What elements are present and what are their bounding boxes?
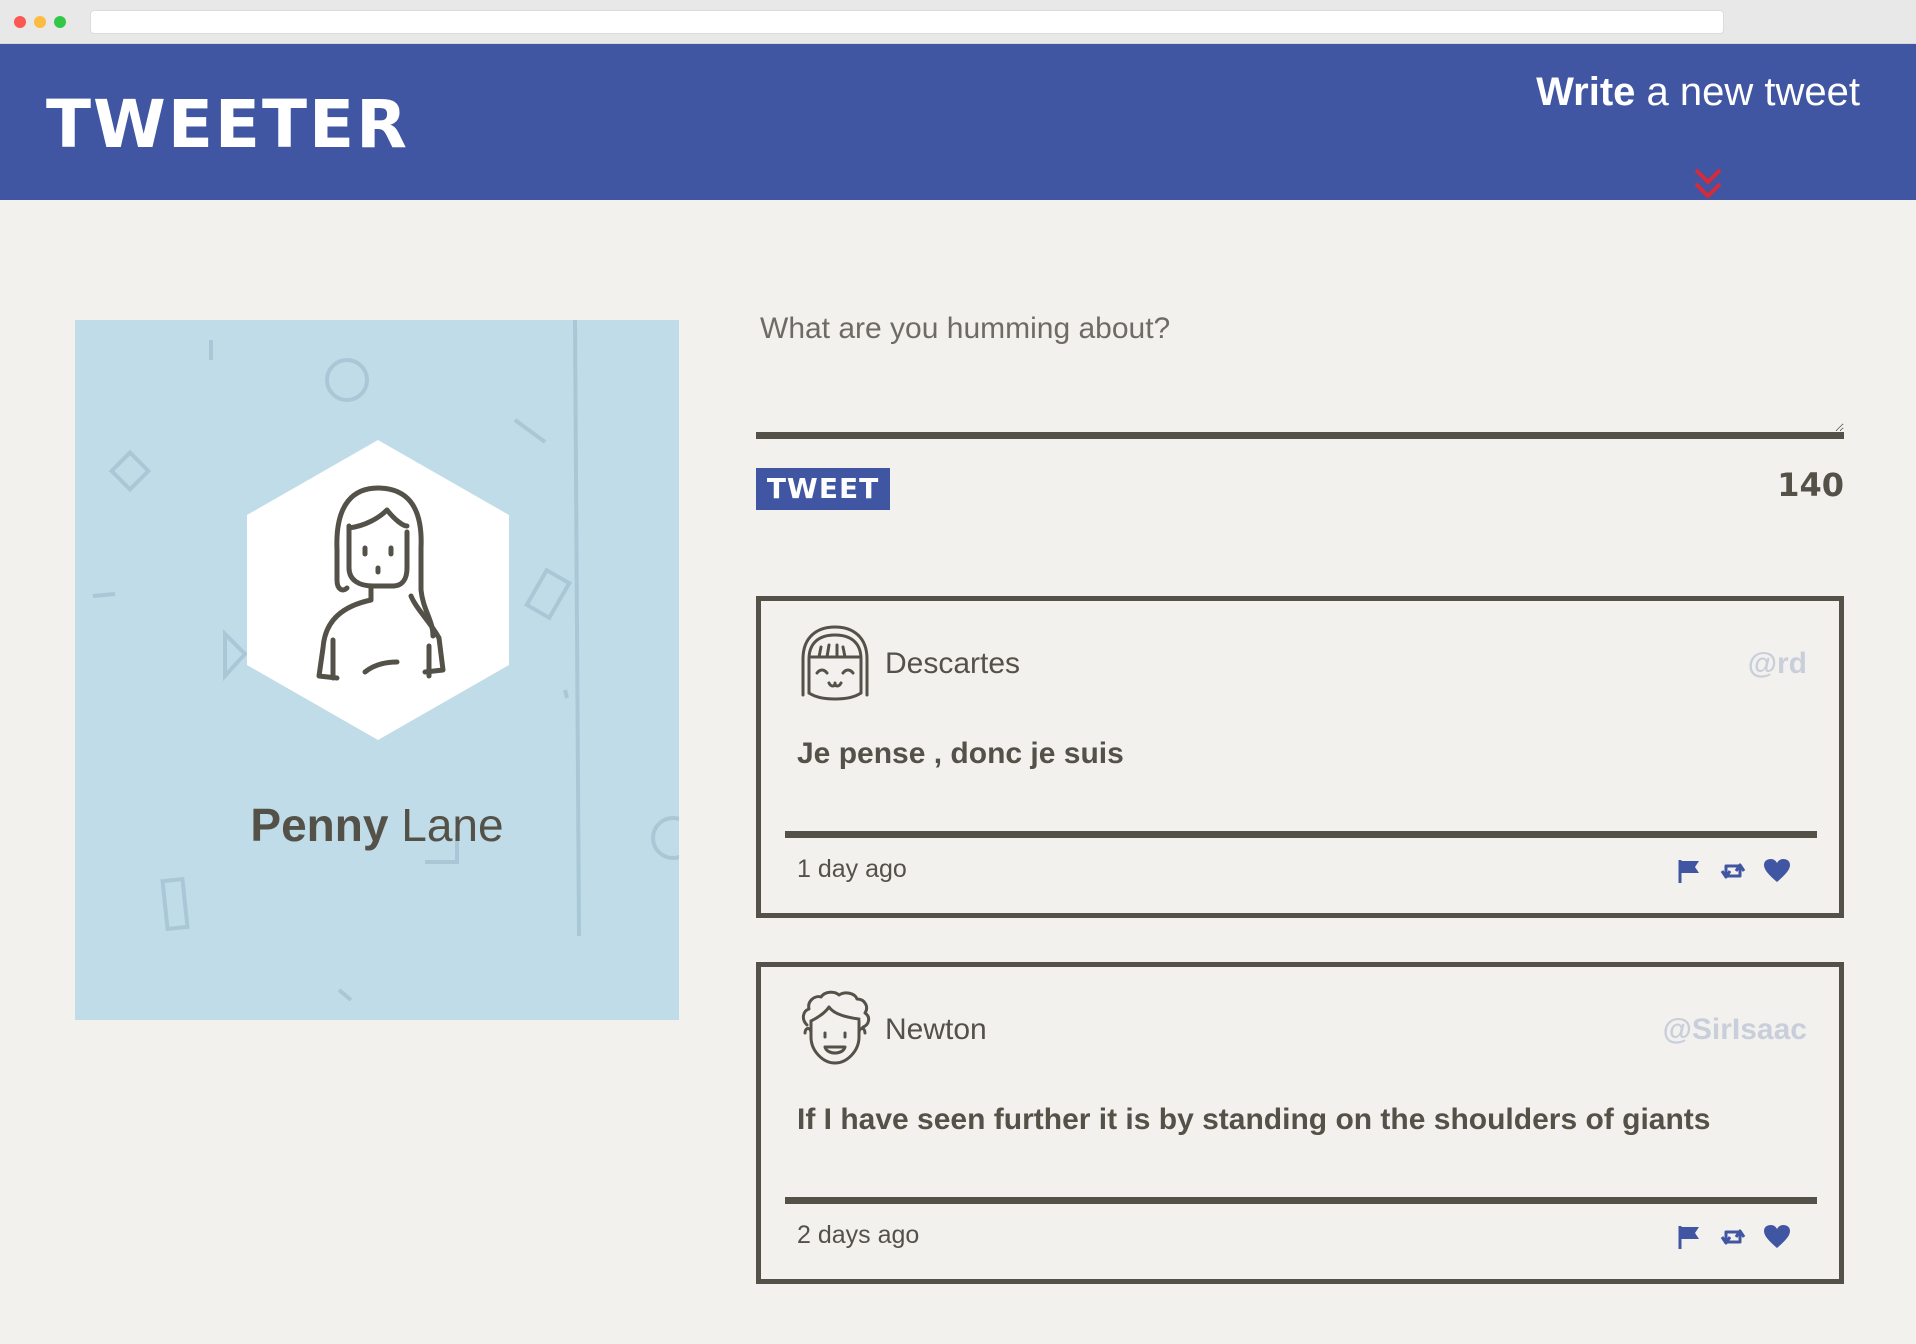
maximize-window-button[interactable] [54, 16, 66, 28]
site-logo: TWEETER [46, 86, 409, 163]
address-bar[interactable] [90, 10, 1724, 34]
retweet-icon[interactable] [1719, 857, 1747, 885]
tweet-actions [1675, 857, 1791, 885]
profile-last-name: Lane [401, 799, 504, 851]
flag-icon[interactable] [1675, 1223, 1703, 1251]
double-chevron-down-icon[interactable] [1688, 164, 1728, 204]
compose-toggle[interactable]: Write a new tweet [1536, 70, 1860, 115]
tweet-author: Descartes [885, 647, 1021, 680]
close-window-button[interactable] [14, 16, 26, 28]
profile-first-name: Penny [250, 799, 389, 851]
tweet-divider [785, 1197, 1817, 1204]
heart-icon[interactable] [1763, 857, 1791, 885]
compose-toggle-bold: Write [1536, 70, 1636, 114]
tweet-timestamp: 2 days ago [797, 1221, 920, 1249]
flag-icon[interactable] [1675, 857, 1703, 885]
character-counter: 140 [1777, 466, 1844, 504]
tweet-body: Je pense , donc je suis [797, 737, 1124, 770]
girl-avatar-icon [801, 625, 869, 701]
tweet-timestamp: 1 day ago [797, 855, 907, 883]
tweet-card: Newton @SirIsaac If I have seen further … [756, 962, 1844, 1284]
tweet-button[interactable]: TWEET [756, 468, 890, 510]
compose-toggle-rest: a new tweet [1635, 70, 1860, 114]
tweet-divider [785, 831, 1817, 838]
profile-name: Penny Lane [75, 798, 679, 852]
compose-textarea[interactable] [756, 312, 1844, 432]
site-header: TWEETER Write a new tweet [0, 44, 1916, 200]
minimize-window-button[interactable] [34, 16, 46, 28]
tweet-card: Descartes @rd Je pense , donc je suis 1 … [756, 596, 1844, 918]
tweet-handle[interactable]: @SirIsaac [1663, 1013, 1807, 1047]
heart-icon[interactable] [1763, 1223, 1791, 1251]
tweet-actions [1675, 1223, 1791, 1251]
profile-card: Penny Lane [75, 320, 679, 1020]
retweet-icon[interactable] [1719, 1223, 1747, 1251]
profile-avatar [247, 440, 509, 740]
curly-hair-avatar-icon [801, 990, 871, 1065]
tweet-handle[interactable]: @rd [1748, 647, 1807, 681]
tweet-body: If I have seen further it is by standing… [797, 1103, 1711, 1136]
browser-chrome [0, 0, 1916, 44]
compose-divider [756, 432, 1844, 439]
tweet-author: Newton [885, 1013, 987, 1046]
